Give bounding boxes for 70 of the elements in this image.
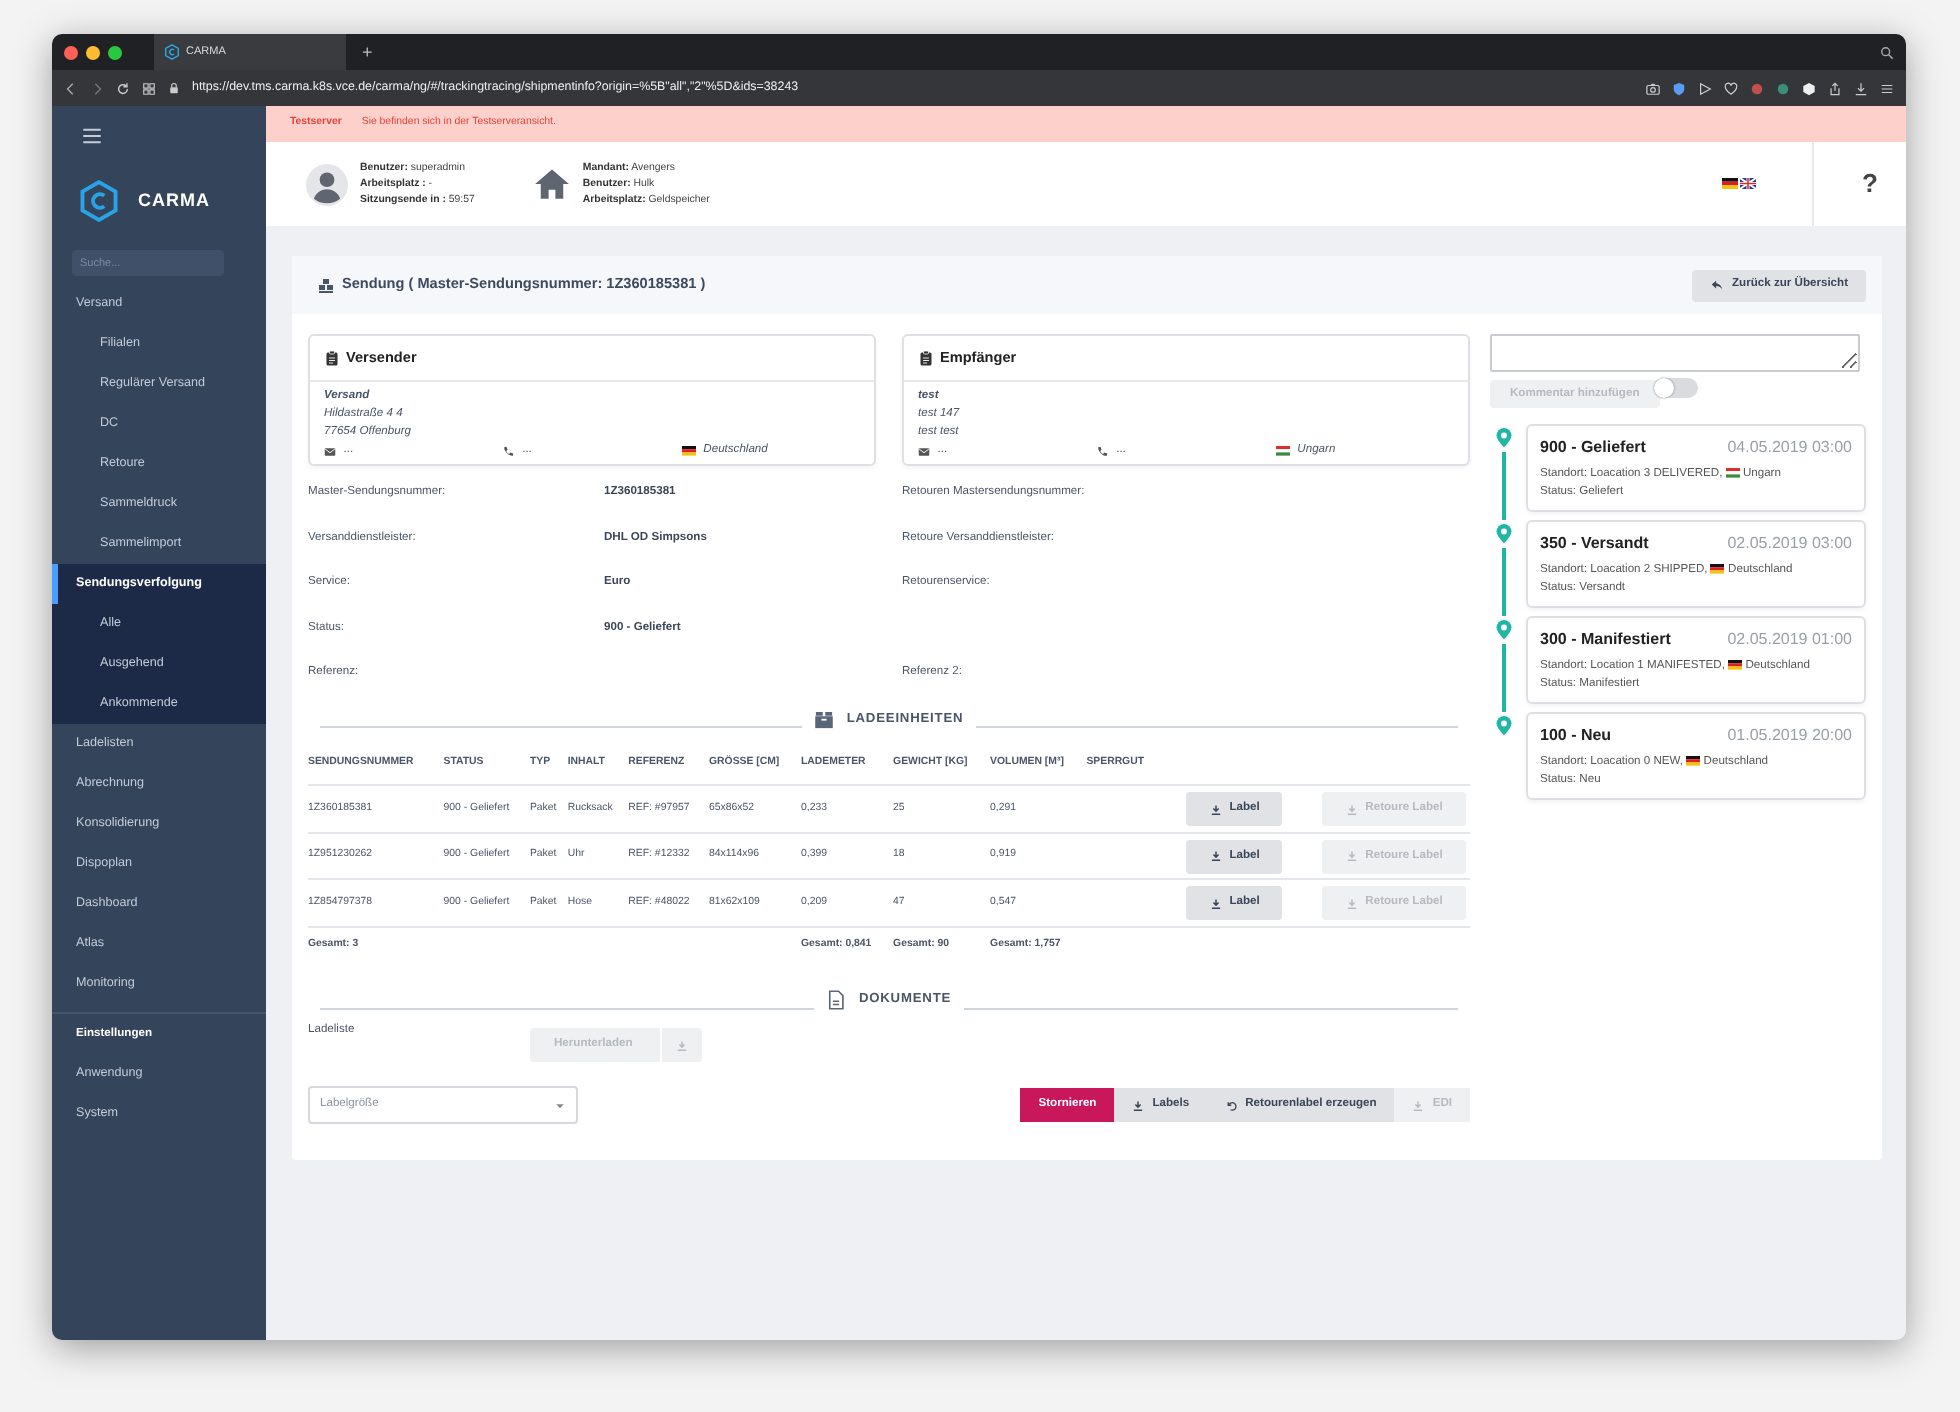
help-button[interactable]: ? <box>1862 164 1878 204</box>
close-window-button[interactable] <box>64 45 78 59</box>
user-avatar-icon <box>306 163 348 205</box>
zoom-window-button[interactable] <box>108 45 122 59</box>
german-flag-icon[interactable] <box>1722 178 1739 190</box>
search-icon[interactable] <box>1880 45 1894 59</box>
country-flag-icon <box>1275 446 1290 456</box>
forward-icon[interactable] <box>90 81 104 95</box>
download-icon <box>1209 803 1222 816</box>
undo-icon <box>1225 1099 1238 1112</box>
clipboard-icon <box>918 350 934 366</box>
timeline-line <box>1501 548 1507 616</box>
pallet-icon <box>318 277 334 293</box>
phone-icon <box>502 445 515 457</box>
country-flag-icon <box>681 446 696 456</box>
logo-icon <box>78 180 120 222</box>
country-flag-icon <box>1728 660 1743 670</box>
timeline-line <box>1501 644 1507 712</box>
share-icon[interactable] <box>1828 81 1842 95</box>
map-pin-icon <box>1494 716 1514 736</box>
event-title: 100 - Neu <box>1540 724 1612 748</box>
country-flag-icon <box>1710 564 1725 574</box>
download-icon <box>1132 1099 1145 1112</box>
download-icon <box>1412 1099 1425 1112</box>
country-flag-icon <box>1725 468 1740 478</box>
event-title: 350 - Versandt <box>1540 532 1649 556</box>
event-title: 300 - Manifestiert <box>1540 628 1671 652</box>
download-icon[interactable] <box>1854 81 1868 95</box>
event-title: 900 - Geliefert <box>1540 436 1646 460</box>
document-icon <box>826 990 847 1011</box>
country-flag-icon <box>1686 756 1701 766</box>
grid-icon[interactable] <box>142 81 156 95</box>
minimize-window-button[interactable] <box>86 45 100 59</box>
map-pin-icon <box>1494 428 1514 448</box>
cube-icon[interactable] <box>1802 81 1816 95</box>
download-icon <box>1345 803 1358 816</box>
download-icon <box>676 1039 689 1052</box>
tab-favicon-icon <box>164 44 180 60</box>
brand-name: CARMA <box>138 187 210 214</box>
heart-icon[interactable] <box>1724 81 1738 95</box>
play-icon[interactable] <box>1698 81 1712 95</box>
comment-field[interactable] <box>1490 334 1860 372</box>
menu-icon[interactable] <box>82 126 102 146</box>
event-date: 02.05.2019 01:00 <box>1727 628 1852 652</box>
phone-icon <box>1096 445 1109 457</box>
download-icon <box>1345 897 1358 910</box>
clipboard-icon <box>324 350 340 366</box>
new-tab-button[interactable]: + <box>362 43 373 61</box>
event-date: 01.05.2019 20:00 <box>1727 724 1852 748</box>
map-pin-icon <box>1494 620 1514 640</box>
box-icon <box>814 709 835 729</box>
shield-icon[interactable] <box>1672 81 1686 95</box>
camera-icon[interactable] <box>1646 81 1660 95</box>
caret-icon <box>554 1099 566 1112</box>
uk-flag-icon[interactable] <box>1740 178 1757 190</box>
menu-icon[interactable] <box>1880 81 1894 95</box>
reload-icon[interactable] <box>116 81 130 95</box>
download-icon <box>1209 897 1222 910</box>
envelope-icon <box>918 445 930 457</box>
download-icon <box>1345 850 1358 863</box>
timeline-line <box>1501 452 1507 520</box>
back-icon[interactable] <box>64 81 78 95</box>
download-icon <box>1209 850 1222 863</box>
map-pin-icon <box>1494 524 1514 544</box>
event-date: 04.05.2019 03:00 <box>1727 436 1852 460</box>
house-icon <box>534 166 571 202</box>
lock-icon <box>168 82 180 94</box>
envelope-icon <box>324 445 336 457</box>
event-date: 02.05.2019 03:00 <box>1727 532 1852 556</box>
reply-icon <box>1710 278 1725 292</box>
